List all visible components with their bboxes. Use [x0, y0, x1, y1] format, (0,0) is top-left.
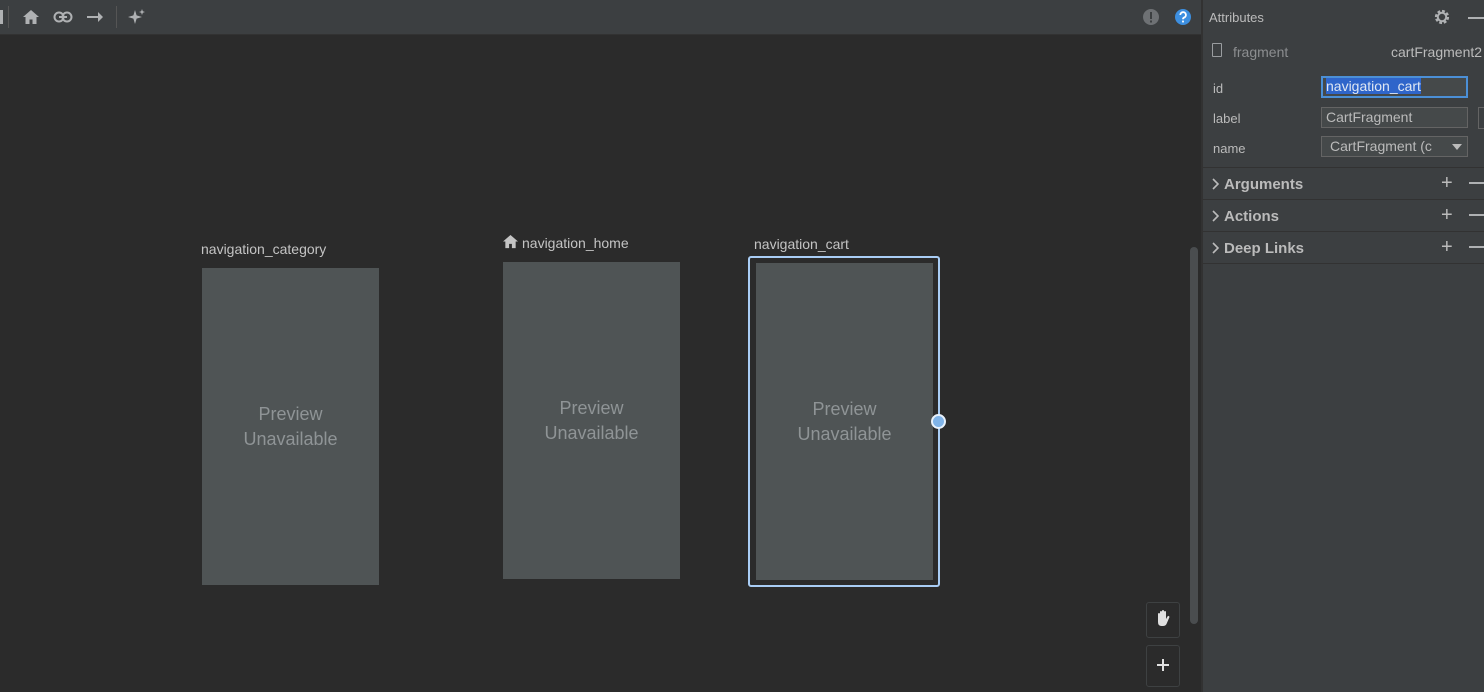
action-drag-handle[interactable] — [931, 414, 946, 429]
link-icon[interactable] — [51, 5, 75, 29]
preview-unavailable-text: Preview Unavailable — [797, 398, 892, 444]
section-label: Arguments — [1224, 176, 1304, 193]
destination-frame-navigation-cart[interactable]: Preview Unavailable — [756, 263, 933, 580]
fragment-icon — [1212, 43, 1222, 57]
label-label: label — [1213, 111, 1241, 126]
panel-title: Attributes — [1209, 10, 1264, 25]
destination-class-name: cartFragment2 — [1391, 44, 1483, 60]
hide-panel-minus-icon[interactable] — [1468, 17, 1484, 19]
design-toolbar — [0, 0, 1201, 35]
add-deep-link-plus-icon[interactable]: + — [1441, 237, 1453, 257]
preview-unavailable-text: Preview Unavailable — [243, 403, 338, 449]
attributes-panel: Attributes fragment cartFragment2 id nav… — [1203, 0, 1484, 692]
section-arguments[interactable]: Arguments + — [1203, 167, 1484, 199]
destination-label: navigation_cart — [754, 236, 849, 252]
chevron-right-icon — [1211, 209, 1220, 227]
arrow-right-icon[interactable] — [83, 5, 107, 29]
canvas-vertical-scrollbar[interactable] — [1190, 247, 1198, 624]
start-destination-home-icon — [502, 234, 519, 253]
name-dropdown[interactable]: CartFragment (c — [1321, 136, 1468, 157]
section-label: Actions — [1224, 208, 1280, 225]
zoom-in-plus-icon — [1156, 657, 1170, 676]
section-divider — [1203, 263, 1484, 264]
chevron-right-icon — [1211, 177, 1220, 195]
toolbar-separator — [8, 6, 9, 28]
help-icon[interactable] — [1171, 5, 1195, 29]
label-input[interactable]: CartFragment — [1321, 107, 1468, 128]
zoom-in-button[interactable] — [1146, 645, 1180, 687]
sparkle-icon[interactable] — [125, 5, 149, 29]
label-resource-picker-button[interactable] — [1478, 107, 1484, 129]
id-input[interactable]: navigation_cart — [1321, 76, 1468, 98]
id-input-value: navigation_cart — [1326, 78, 1421, 94]
remove-action-minus-icon[interactable] — [1469, 214, 1484, 216]
warning-icon[interactable] — [1139, 5, 1163, 29]
gear-icon[interactable] — [1433, 8, 1451, 31]
destination-label: navigation_category — [201, 241, 327, 257]
hand-pan-icon — [1155, 609, 1171, 631]
section-deep-links[interactable]: Deep Links + — [1203, 231, 1484, 263]
destination-type: fragment — [1233, 44, 1289, 60]
name-dropdown-value: CartFragment (c — [1330, 138, 1432, 154]
remove-argument-minus-icon[interactable] — [1469, 182, 1484, 184]
toolbar-edge-marker — [0, 10, 3, 24]
add-action-plus-icon[interactable]: + — [1441, 205, 1453, 225]
pan-mode-button[interactable] — [1146, 602, 1180, 638]
name-label: name — [1213, 141, 1246, 156]
id-label: id — [1213, 81, 1224, 96]
destination-frame-navigation-home[interactable]: Preview Unavailable — [503, 262, 680, 579]
remove-deep-link-minus-icon[interactable] — [1469, 246, 1484, 248]
navigation-graph-canvas[interactable]: navigation_category Preview Unavailable n… — [0, 35, 1201, 692]
add-argument-plus-icon[interactable]: + — [1441, 173, 1453, 193]
destination-frame-navigation-category[interactable]: Preview Unavailable — [202, 268, 379, 585]
chevron-right-icon — [1211, 241, 1220, 259]
destination-label: navigation_home — [522, 235, 629, 251]
chevron-down-icon — [1452, 144, 1462, 150]
section-label: Deep Links — [1224, 240, 1305, 257]
section-actions[interactable]: Actions + — [1203, 199, 1484, 231]
preview-unavailable-text: Preview Unavailable — [544, 397, 639, 443]
home-icon[interactable] — [19, 5, 43, 29]
toolbar-separator — [116, 6, 117, 28]
